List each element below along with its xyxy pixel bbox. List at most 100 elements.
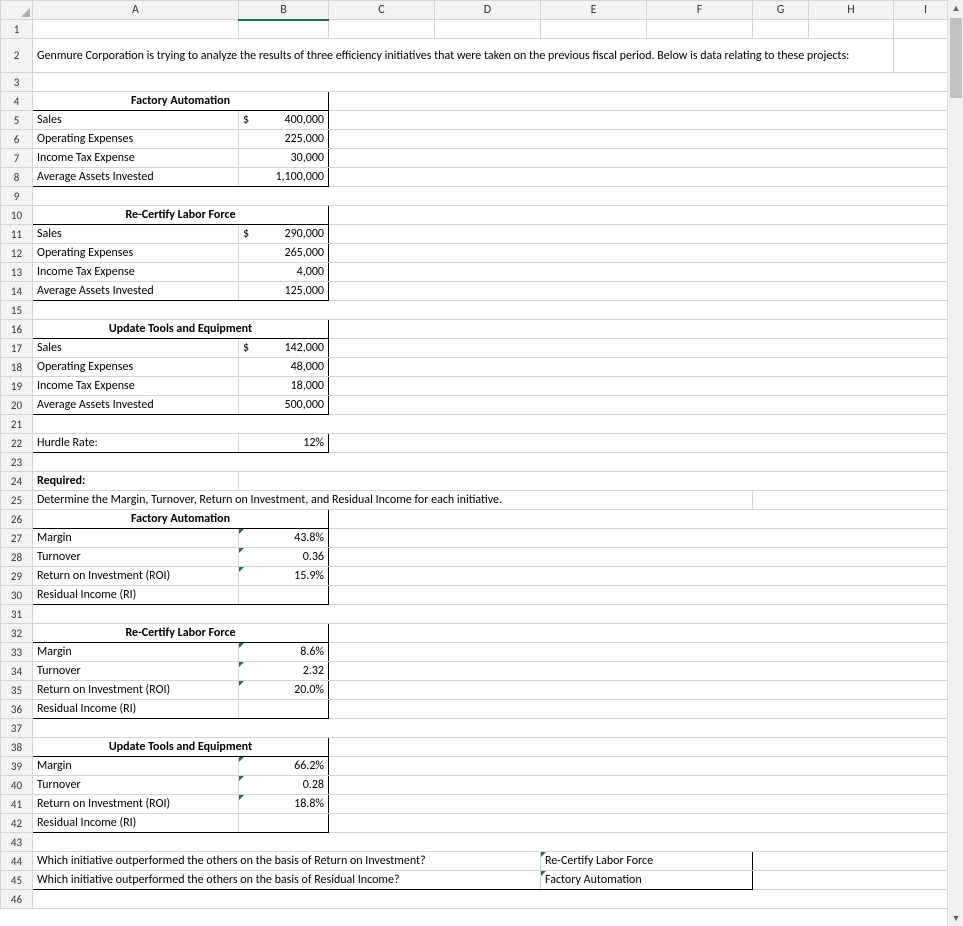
cell[interactable]: 43.8% — [239, 529, 329, 548]
cell[interactable] — [329, 130, 958, 149]
cell[interactable] — [329, 358, 958, 377]
cell[interactable] — [33, 73, 958, 92]
row-header[interactable]: 21 — [1, 415, 33, 434]
cell[interactable] — [33, 719, 958, 738]
cell[interactable]: Margin — [33, 757, 239, 776]
cell[interactable]: Average Assets Invested — [33, 168, 239, 187]
row-header[interactable]: 38 — [1, 738, 33, 757]
row-header[interactable]: 6 — [1, 130, 33, 149]
cell[interactable] — [753, 20, 809, 39]
question2-cell[interactable]: Which initiative outperformed the others… — [33, 871, 541, 890]
cell[interactable] — [329, 529, 958, 548]
question1-cell[interactable]: Which initiative outperformed the others… — [33, 852, 541, 871]
cell[interactable] — [329, 225, 958, 244]
cell[interactable] — [329, 20, 435, 39]
hurdle-value-cell[interactable]: 12% — [239, 434, 329, 453]
cell[interactable]: 125,000 — [239, 282, 329, 301]
cell[interactable] — [329, 396, 958, 415]
row-header[interactable]: 27 — [1, 529, 33, 548]
section3-header[interactable]: Update Tools and Equipment — [33, 320, 329, 339]
cell[interactable]: 48,000 — [239, 358, 329, 377]
cell[interactable] — [329, 757, 958, 776]
cell[interactable] — [329, 738, 958, 757]
cell[interactable]: 265,000 — [239, 244, 329, 263]
row-header[interactable]: 37 — [1, 719, 33, 738]
cell[interactable]: 0.28 — [239, 776, 329, 795]
cell[interactable] — [329, 624, 958, 643]
scroll-down-button[interactable]: ▼ — [948, 910, 963, 926]
row-header[interactable]: 4 — [1, 92, 33, 111]
cell[interactable] — [329, 662, 958, 681]
cell[interactable] — [809, 20, 894, 39]
section1-header[interactable]: Factory Automation — [33, 92, 329, 111]
cell[interactable] — [329, 814, 958, 833]
row-header[interactable]: 19 — [1, 377, 33, 396]
row-header[interactable]: 15 — [1, 301, 33, 320]
row-header[interactable]: 29 — [1, 567, 33, 586]
row-header[interactable]: 7 — [1, 149, 33, 168]
cell[interactable] — [647, 20, 753, 39]
row-header[interactable]: 2 — [1, 39, 33, 73]
col-header-D[interactable]: D — [435, 1, 541, 20]
cell[interactable]: 30,000 — [239, 149, 329, 168]
cell[interactable] — [753, 852, 958, 871]
cell[interactable] — [329, 548, 958, 567]
row-header[interactable]: 24 — [1, 472, 33, 491]
hurdle-label-cell[interactable]: Hurdle Rate: — [33, 434, 239, 453]
cell[interactable] — [239, 20, 329, 39]
cell[interactable]: 225,000 — [239, 130, 329, 149]
cell[interactable]: $142,000 — [239, 339, 329, 358]
col-header-E[interactable]: E — [541, 1, 647, 20]
cell[interactable] — [33, 890, 958, 909]
cell[interactable]: Sales — [33, 225, 239, 244]
vertical-scrollbar[interactable]: ▲ ▼ — [947, 0, 963, 926]
col-header-B[interactable]: B — [239, 1, 329, 20]
cell[interactable]: 18.8% — [239, 795, 329, 814]
cell[interactable]: 66.2% — [239, 757, 329, 776]
cell[interactable]: Operating Expenses — [33, 358, 239, 377]
row-header[interactable]: 13 — [1, 263, 33, 282]
cell[interactable] — [329, 244, 958, 263]
row-header[interactable]: 32 — [1, 624, 33, 643]
cell[interactable]: Average Assets Invested — [33, 396, 239, 415]
cell[interactable]: Sales — [33, 339, 239, 358]
cell[interactable]: 0.36 — [239, 548, 329, 567]
cell[interactable]: 18,000 — [239, 377, 329, 396]
row-header[interactable]: 33 — [1, 643, 33, 662]
cell[interactable] — [329, 643, 958, 662]
row-header[interactable]: 17 — [1, 339, 33, 358]
row-header[interactable]: 25 — [1, 491, 33, 510]
cell[interactable] — [329, 681, 958, 700]
cell[interactable]: Income Tax Expense — [33, 377, 239, 396]
scroll-thumb[interactable] — [950, 18, 962, 98]
row-header[interactable]: 16 — [1, 320, 33, 339]
row-header[interactable]: 30 — [1, 586, 33, 605]
cell[interactable]: 4,000 — [239, 263, 329, 282]
row-header[interactable]: 11 — [1, 225, 33, 244]
row-header[interactable]: 36 — [1, 700, 33, 719]
cell[interactable] — [329, 434, 958, 453]
required-label-cell[interactable]: Required: — [33, 472, 239, 491]
row-header[interactable]: 35 — [1, 681, 33, 700]
cell[interactable] — [33, 20, 239, 39]
column-header-row[interactable]: A B C D E F G H I — [1, 1, 958, 20]
cell[interactable] — [329, 700, 958, 719]
cell[interactable]: Margin — [33, 529, 239, 548]
cell[interactable] — [435, 20, 541, 39]
cell[interactable] — [753, 871, 958, 890]
cell[interactable] — [329, 263, 958, 282]
cell[interactable]: Average Assets Invested — [33, 282, 239, 301]
cell[interactable] — [329, 92, 958, 111]
cell[interactable]: Turnover — [33, 776, 239, 795]
cell[interactable] — [541, 20, 647, 39]
cell[interactable]: Sales — [33, 111, 239, 130]
cell[interactable]: Margin — [33, 643, 239, 662]
cell[interactable] — [329, 282, 958, 301]
row-header[interactable]: 20 — [1, 396, 33, 415]
cell[interactable] — [329, 339, 958, 358]
cell[interactable] — [329, 320, 958, 339]
cell[interactable]: 1,100,000 — [239, 168, 329, 187]
row-header[interactable]: 12 — [1, 244, 33, 263]
cell[interactable] — [329, 586, 958, 605]
col-header-G[interactable]: G — [753, 1, 809, 20]
